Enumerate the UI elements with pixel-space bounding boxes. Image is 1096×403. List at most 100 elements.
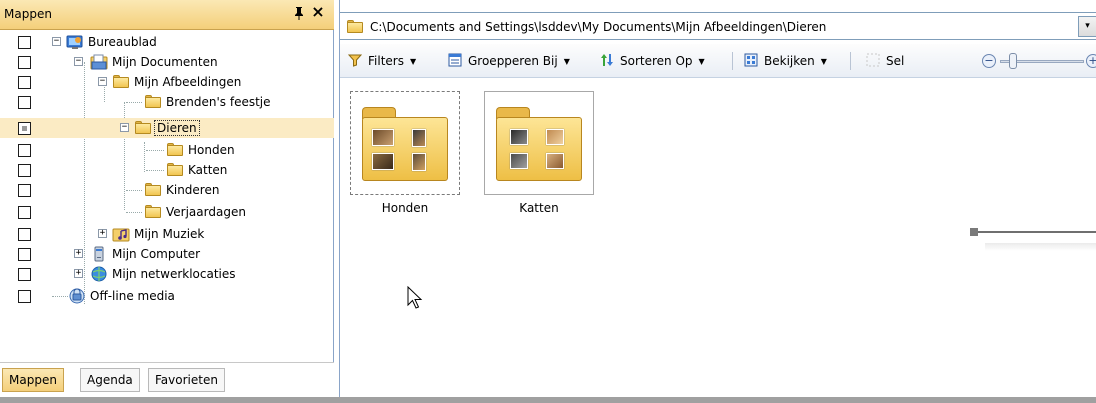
tree-checkbox[interactable] — [18, 144, 31, 157]
tree-row-brendens-feestje[interactable]: Brenden's feestje — [0, 92, 334, 112]
folders-pane: Mappen × − Bureaublad − Mijn Documenten … — [0, 0, 334, 397]
folder-icon — [144, 182, 162, 198]
sort-by-button[interactable]: Sorteren Op ▼ — [600, 53, 705, 69]
tree-checkbox[interactable] — [18, 76, 31, 89]
expand-icon[interactable]: + — [74, 249, 83, 258]
folder-icon — [166, 142, 184, 158]
tree-line — [126, 212, 142, 213]
item-label: Honden — [381, 201, 429, 215]
tree-checkbox[interactable] — [18, 122, 31, 135]
address-bar[interactable]: C:\Documents and Settings\lsddev\My Docu… — [340, 12, 1096, 40]
computer-icon — [90, 246, 108, 262]
drag-shadow — [985, 243, 1096, 251]
tree-label: Mijn Documenten — [112, 55, 218, 69]
tree-row-dieren[interactable]: − Dieren — [0, 118, 334, 138]
dropdown-arrow-icon: ▼ — [820, 57, 827, 66]
tree-checkbox[interactable] — [18, 184, 31, 197]
tree-row-mijn-muziek[interactable]: + Mijn Muziek — [0, 224, 334, 244]
item-view: Honden Katten — [340, 79, 1096, 397]
dropdown-arrow-icon: ▼ — [409, 57, 417, 66]
tab-favorieten[interactable]: Favorieten — [148, 368, 225, 392]
zoom-out-icon[interactable]: − — [982, 54, 996, 68]
tree-line — [126, 102, 142, 103]
select-label: Sel — [886, 54, 905, 68]
tree-label: Off-line media — [90, 289, 175, 303]
tree-label: Mijn Afbeeldingen — [134, 75, 242, 89]
tree-line — [52, 296, 68, 297]
zoom-slider-thumb[interactable] — [1009, 53, 1017, 69]
tree-label: Katten — [188, 163, 228, 177]
sort-by-label: Sorteren Op — [620, 54, 693, 68]
filters-label: Filters — [368, 54, 404, 68]
collapse-icon[interactable]: − — [74, 57, 83, 66]
tree-checkbox[interactable] — [18, 56, 31, 69]
folder-icon — [144, 204, 162, 220]
tab-mappen[interactable]: Mappen — [2, 368, 64, 392]
group-by-button[interactable]: Groepperen Bij ▼ — [448, 53, 570, 69]
folder-icon — [166, 162, 184, 178]
tree-label: Bureaublad — [88, 35, 157, 49]
tab-agenda[interactable]: Agenda — [80, 368, 140, 392]
tree-checkbox[interactable] — [18, 248, 31, 261]
filter-icon — [347, 53, 363, 67]
tree-row-mijn-afbeeldingen[interactable]: − Mijn Afbeeldingen — [0, 72, 334, 92]
tree-label: Mijn netwerklocaties — [112, 267, 236, 281]
tree-label: Mijn Computer — [112, 247, 201, 261]
collapse-icon[interactable]: − — [52, 37, 61, 46]
chevron-down-icon[interactable]: ▾ — [1078, 16, 1096, 37]
folder-icon — [112, 74, 130, 90]
window-bottom-edge — [0, 397, 1096, 403]
tree-row-katten[interactable]: Katten — [0, 160, 334, 180]
drag-handle[interactable] — [970, 228, 978, 236]
tree-row-honden[interactable]: Honden — [0, 140, 334, 160]
music-folder-icon — [112, 226, 130, 242]
close-icon[interactable]: × — [310, 4, 326, 20]
tree-line — [126, 190, 142, 191]
collapse-icon[interactable]: − — [120, 123, 129, 132]
pane-tabs: Mappen Agenda Favorieten — [0, 362, 334, 397]
dropdown-arrow-icon: ▼ — [698, 57, 705, 66]
folder-tree: − Bureaublad − Mijn Documenten − Mijn Af… — [0, 30, 334, 362]
collapse-icon[interactable]: − — [98, 77, 107, 86]
tree-row-mijn-documenten[interactable]: − Mijn Documenten — [0, 52, 334, 72]
tree-row-kinderen[interactable]: Kinderen — [0, 180, 334, 200]
mouse-pointer-icon — [407, 285, 423, 312]
expand-icon[interactable]: + — [74, 269, 83, 278]
tree-row-mijn-netwerklocaties[interactable]: + Mijn netwerklocaties — [0, 264, 334, 284]
folder-icon — [346, 19, 364, 33]
folder-icon — [134, 120, 152, 136]
filters-button[interactable]: Filters ▼ — [347, 53, 417, 69]
item-label: Katten — [519, 201, 559, 215]
tree-row-mijn-computer[interactable]: + Mijn Computer — [0, 244, 334, 264]
item-tile-honden[interactable]: Honden — [350, 91, 460, 223]
desktop-icon — [66, 34, 84, 50]
offline-media-icon — [68, 288, 86, 304]
tree-checkbox[interactable] — [18, 206, 31, 219]
select-icon — [866, 53, 880, 67]
tree-checkbox[interactable] — [18, 164, 31, 177]
documents-icon — [90, 54, 108, 70]
tree-row-verjaardagen[interactable]: Verjaardagen — [0, 202, 334, 222]
select-button[interactable]: Sel — [866, 53, 904, 69]
toolbar-separator — [850, 52, 851, 70]
tree-row-off-line-media[interactable]: Off-line media — [0, 286, 334, 306]
expand-icon[interactable]: + — [98, 229, 107, 238]
drag-line — [975, 231, 1096, 233]
tree-checkbox[interactable] — [18, 290, 31, 303]
tree-label: Mijn Muziek — [134, 227, 205, 241]
folder-thumbnail-icon — [362, 107, 448, 181]
tree-label: Honden — [188, 143, 235, 157]
view-button[interactable]: Bekijken ▼ — [744, 53, 827, 69]
pin-icon[interactable] — [292, 5, 306, 21]
dropdown-arrow-icon: ▼ — [563, 57, 570, 66]
address-path[interactable]: C:\Documents and Settings\lsddev\My Docu… — [370, 20, 826, 34]
tree-label: Dieren — [154, 120, 200, 136]
tree-checkbox[interactable] — [18, 268, 31, 281]
item-tile-katten[interactable]: Katten — [484, 91, 594, 223]
tree-row-bureaublad[interactable]: − Bureaublad — [0, 32, 334, 52]
tree-checkbox[interactable] — [18, 36, 31, 49]
zoom-in-icon[interactable]: + — [1086, 54, 1096, 68]
network-icon — [90, 266, 108, 282]
tree-checkbox[interactable] — [18, 228, 31, 241]
tree-checkbox[interactable] — [18, 96, 31, 109]
